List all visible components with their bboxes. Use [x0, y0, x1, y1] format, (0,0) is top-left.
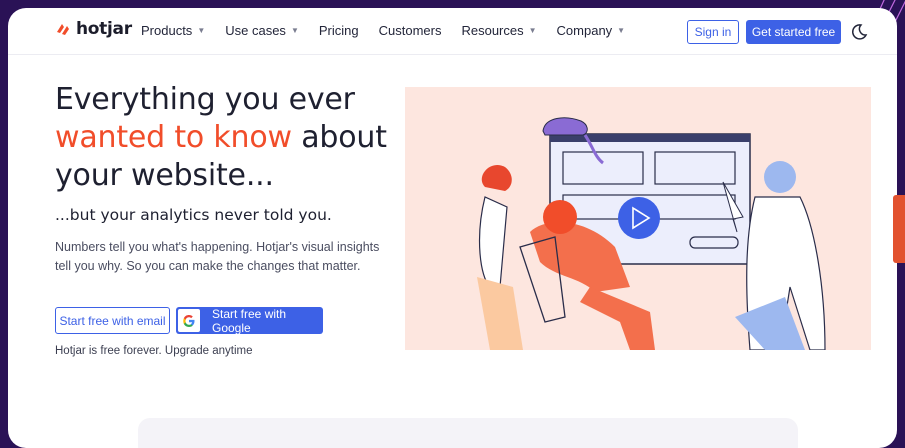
next-section-card: [138, 418, 798, 448]
nav-company-label: Company: [556, 23, 613, 38]
chevron-down-icon: ▼: [290, 26, 299, 35]
nav-customers[interactable]: Customers: [379, 23, 442, 38]
google-icon: [178, 309, 200, 332]
sign-in-button[interactable]: Sign in: [687, 20, 739, 44]
chevron-down-icon: ▼: [528, 26, 537, 35]
hero-title: Everything you ever wanted to know about…: [55, 81, 395, 195]
start-free-google-label: Start free with Google: [212, 306, 287, 335]
nav-company[interactable]: Company ▼: [557, 23, 626, 38]
chevron-down-icon: ▼: [617, 26, 626, 35]
hero-title-line3: your website...: [55, 158, 274, 193]
hotjar-flame-icon: [57, 24, 69, 35]
feedback-tab[interactable]: [893, 195, 905, 263]
top-navigation: hotjar Products ▼ Use cases ▼ Pricing Cu…: [8, 8, 897, 55]
nav-products-label: Products: [141, 23, 193, 38]
hero-description: Numbers tell you what's happening. Hotja…: [55, 240, 380, 273]
nav-resources-label: Resources: [461, 23, 524, 38]
nav-customers-label: Customers: [378, 23, 442, 38]
free-forever-note: Hotjar is free forever. Upgrade anytime: [55, 345, 253, 357]
hotjar-logo[interactable]: hotjar: [54, 19, 132, 39]
hero-title-line2: about: [301, 120, 387, 155]
chevron-down-icon: ▼: [197, 26, 206, 35]
nav-pricing[interactable]: Pricing: [319, 23, 359, 38]
nav-resources[interactable]: Resources ▼: [461, 23, 536, 38]
hero-title-line1: Everything you ever: [55, 82, 355, 117]
main-menu: Products ▼ Use cases ▼ Pricing Customers…: [141, 23, 645, 38]
start-free-google-button[interactable]: Start free with Google: [176, 306, 323, 335]
browser-page: hotjar Products ▼ Use cases ▼ Pricing Cu…: [8, 8, 897, 448]
nav-products[interactable]: Products ▼: [141, 23, 205, 38]
hero-illustration: [405, 87, 871, 351]
get-started-free-button[interactable]: Get started free: [746, 20, 841, 44]
nav-use-cases[interactable]: Use cases ▼: [225, 23, 299, 38]
start-free-email-button[interactable]: Start free with email: [55, 307, 170, 334]
nav-pricing-label: Pricing: [318, 23, 359, 38]
moon-icon[interactable]: [850, 23, 868, 41]
hero-subtitle: ...but your analytics never told you.: [55, 206, 332, 224]
hero-title-accent: wanted to know: [55, 120, 292, 155]
hero-illustration-graphic: [477, 117, 826, 351]
nav-use-cases-label: Use cases: [225, 23, 286, 38]
brand-name: hotjar: [76, 19, 132, 39]
